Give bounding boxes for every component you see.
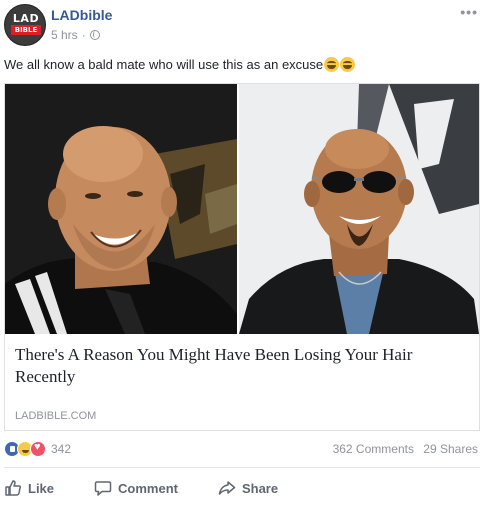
post-header: LAD BIBLE LADbible 5 hrs · ••• xyxy=(4,4,480,54)
post-text: We all know a bald mate who will use thi… xyxy=(4,57,356,72)
meta-separator: · xyxy=(81,28,86,42)
avatar-logo-text: LAD xyxy=(12,12,40,25)
laughing-emoji-icon xyxy=(340,57,356,72)
share-button[interactable]: Share xyxy=(218,479,278,497)
like-label: Like xyxy=(28,480,55,496)
link-preview-card[interactable]: There's A Reason You Might Have Been Los… xyxy=(4,83,480,431)
post-meta: 5 hrs · xyxy=(51,28,100,42)
bald-man-photo-left xyxy=(5,84,237,334)
love-reaction-icon xyxy=(30,441,46,457)
avatar-logo-sub: BIBLE xyxy=(14,26,38,34)
reactions-summary[interactable]: 342 xyxy=(4,441,71,457)
globe-icon xyxy=(89,30,100,40)
comment-label: Comment xyxy=(118,480,178,496)
post-message: We all know a bald mate who will use thi… xyxy=(4,57,324,72)
reaction-count[interactable]: 342 xyxy=(51,442,71,456)
comment-button[interactable]: Comment xyxy=(94,479,178,497)
link-domain: LADBIBLE.COM xyxy=(15,410,97,422)
bald-man-photo-right xyxy=(239,84,479,334)
more-options-icon[interactable]: ••• xyxy=(460,4,478,20)
link-image-right[interactable] xyxy=(239,84,479,334)
comments-count-link[interactable]: 362 Comments xyxy=(333,442,414,456)
laughing-emoji-icon xyxy=(324,57,340,72)
post-actions-bar: Like Comment Share xyxy=(4,474,480,502)
actions-divider xyxy=(4,467,480,468)
comment-bubble-icon xyxy=(94,481,112,496)
page-avatar[interactable]: LAD BIBLE xyxy=(4,4,46,46)
like-button[interactable]: Like xyxy=(4,479,54,497)
post-timestamp[interactable]: 5 hrs xyxy=(51,28,78,42)
page-name-link[interactable]: LADbible xyxy=(51,7,112,23)
thumbs-up-icon xyxy=(5,480,22,496)
link-title[interactable]: There's A Reason You Might Have Been Los… xyxy=(15,344,465,388)
post-stats: 342 362 Comments 29 Shares xyxy=(4,440,480,460)
engagement-counts: 362 Comments 29 Shares xyxy=(333,442,478,456)
shares-count-link[interactable]: 29 Shares xyxy=(423,442,478,456)
share-label: Share xyxy=(241,480,279,496)
share-arrow-icon xyxy=(218,481,236,495)
link-image-left[interactable] xyxy=(5,84,237,334)
